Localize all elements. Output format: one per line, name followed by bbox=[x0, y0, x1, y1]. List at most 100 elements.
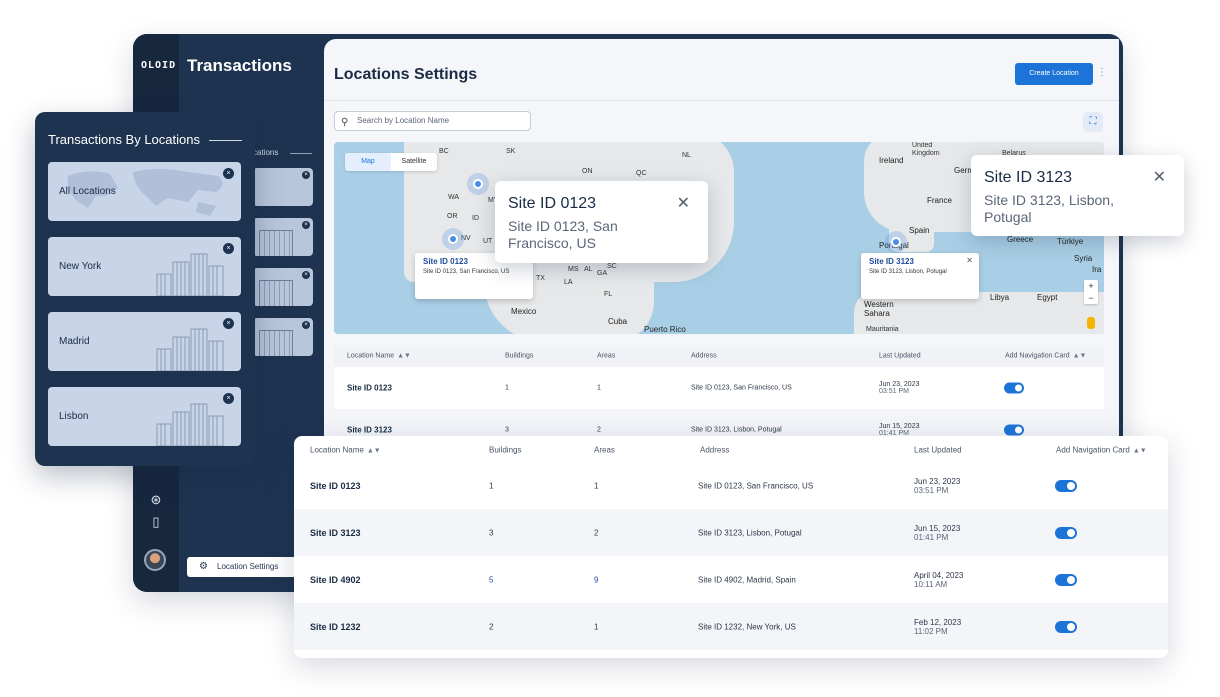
location-card-name: Lisbon bbox=[59, 411, 89, 422]
location-card-lisbon[interactable]: Lisbon × bbox=[48, 387, 241, 446]
sidebar-location-thumb[interactable]: × bbox=[253, 268, 313, 306]
close-icon[interactable]: × bbox=[302, 321, 310, 329]
map-label: Cuba bbox=[608, 317, 628, 326]
oloid-logo: OLOID bbox=[141, 60, 177, 71]
close-icon[interactable]: × bbox=[223, 168, 234, 179]
sort-icon: ▲▼ bbox=[1132, 447, 1147, 454]
map-view-icon[interactable]: ⛶ bbox=[1083, 112, 1103, 132]
map-popup-title: Site ID 3123 bbox=[869, 257, 914, 266]
panel-divider bbox=[209, 140, 242, 141]
tab-map[interactable]: Map bbox=[345, 153, 391, 171]
map-label: MS bbox=[568, 266, 579, 273]
map-label: UT bbox=[483, 238, 493, 245]
sidebar-location-thumb[interactable]: × bbox=[253, 318, 313, 356]
street-view-icon[interactable] bbox=[1087, 317, 1095, 329]
map-label: ON bbox=[582, 168, 593, 175]
close-icon[interactable]: ✕ bbox=[677, 193, 690, 213]
nav-card-toggle[interactable] bbox=[1055, 573, 1077, 586]
row-date: Jun 23, 2023 03:51 PM bbox=[914, 476, 961, 495]
map-label: Spain bbox=[909, 226, 930, 235]
header-buildings: Buildings bbox=[505, 352, 534, 360]
close-icon[interactable]: × bbox=[223, 393, 234, 404]
zoom-out-button[interactable]: − bbox=[1084, 292, 1098, 304]
sort-icon: ▲▼ bbox=[1072, 352, 1087, 360]
more-options-icon[interactable]: ⋮ bbox=[1097, 67, 1107, 78]
row-areas: 1 bbox=[594, 622, 599, 631]
table-row[interactable]: Site ID 0123 1 1 Site ID 0123, San Franc… bbox=[294, 462, 1168, 509]
sidebar-subtitle: cations bbox=[253, 148, 279, 157]
nav-card-toggle[interactable] bbox=[1055, 526, 1077, 539]
table-row[interactable]: Site ID 4902 5 9 Site ID 4902, Madrid, S… bbox=[294, 556, 1168, 603]
map-label: GA bbox=[597, 270, 608, 277]
close-icon[interactable]: × bbox=[223, 243, 234, 254]
header-location-name[interactable]: Location Name ▲▼ bbox=[347, 353, 411, 360]
nav-card-toggle[interactable] bbox=[1004, 382, 1024, 394]
row-name: Site ID 4902 bbox=[310, 574, 361, 585]
row-date: April 04, 2023 10:11 AM bbox=[914, 570, 964, 589]
document-icon[interactable]: ▯ bbox=[148, 514, 164, 530]
close-icon[interactable]: ✕ bbox=[1153, 167, 1166, 187]
table-row[interactable]: Site ID 0123 1 1 Site ID 0123, San Franc… bbox=[334, 367, 1104, 409]
table-row[interactable]: Site ID 3123 3 2 Site ID 3123, Lisbon, P… bbox=[294, 509, 1168, 556]
tab-satellite[interactable]: Satellite bbox=[391, 153, 437, 171]
sidebar-location-thumb[interactable]: × bbox=[253, 218, 313, 256]
nav-card-toggle[interactable] bbox=[1055, 479, 1077, 492]
map-type-tabs: Map Satellite bbox=[345, 153, 437, 171]
sidebar-title: Transactions bbox=[187, 56, 292, 75]
header-nav-card[interactable]: Add Navigation Card ▲▼ bbox=[1005, 353, 1086, 360]
popup-desc: Site ID 3123, Lisbon, Potugal bbox=[984, 192, 1114, 225]
close-icon[interactable]: × bbox=[302, 271, 310, 279]
close-icon[interactable]: ✕ bbox=[966, 256, 973, 265]
row-areas: 9 bbox=[594, 575, 599, 584]
zoom-controls: + − bbox=[1084, 280, 1098, 304]
row-name: Site ID 3123 bbox=[347, 425, 392, 435]
header-last-updated: Last Updated bbox=[914, 445, 962, 454]
location-card-madrid[interactable]: Madrid × bbox=[48, 312, 241, 371]
panel-title: Transactions By Locations bbox=[48, 132, 200, 147]
building-icon bbox=[259, 230, 293, 256]
table-header: Location Name ▲▼ Buildings Areas Address … bbox=[334, 345, 1104, 367]
search-icon: ⚲ bbox=[341, 117, 349, 128]
zoom-in-button[interactable]: + bbox=[1084, 280, 1098, 292]
header-location-name[interactable]: Location Name ▲▼ bbox=[310, 445, 381, 454]
map-label: ID bbox=[472, 215, 479, 222]
map-popup: Site ID 3123 Site ID 3123, Lisbon, Potug… bbox=[861, 253, 979, 299]
location-card-new-york[interactable]: New York × bbox=[48, 237, 241, 296]
building-icon bbox=[259, 330, 293, 356]
map-label: Egypt bbox=[1037, 293, 1058, 302]
header-address: Address bbox=[700, 445, 730, 454]
row-name: Site ID 1232 bbox=[310, 621, 361, 632]
table-row[interactable]: Site ID 1232 2 1 Site ID 1232, New York,… bbox=[294, 603, 1168, 650]
sidebar-location-thumb[interactable]: × bbox=[253, 168, 313, 206]
map-label: SC bbox=[607, 263, 617, 270]
location-pin[interactable] bbox=[473, 179, 483, 189]
search-placeholder: Search by Location Name bbox=[357, 116, 450, 125]
map-label: Türkiye bbox=[1057, 237, 1084, 246]
map-label: NL bbox=[682, 152, 691, 159]
nav-card-toggle[interactable] bbox=[1055, 620, 1077, 633]
avatar[interactable] bbox=[144, 549, 166, 571]
close-icon[interactable]: × bbox=[302, 171, 310, 179]
row-buildings: 3 bbox=[505, 426, 509, 434]
map-label: Puerto Rico bbox=[644, 325, 686, 334]
row-buildings: 1 bbox=[505, 384, 509, 392]
close-icon[interactable]: × bbox=[223, 318, 234, 329]
nav-card-toggle[interactable] bbox=[1004, 424, 1024, 436]
header-nav-card[interactable]: Add Navigation Card ▲▼ bbox=[1056, 445, 1147, 454]
close-icon[interactable]: × bbox=[302, 221, 310, 229]
location-settings-button[interactable]: ⚙ Location Settings bbox=[187, 557, 297, 577]
map-label: Greece bbox=[1007, 235, 1034, 244]
sort-icon: ▲▼ bbox=[397, 352, 411, 360]
search-input[interactable]: ⚲ Search by Location Name bbox=[334, 111, 531, 131]
map-label: QC bbox=[636, 170, 647, 177]
map-label: WA bbox=[448, 194, 460, 201]
location-pin[interactable] bbox=[891, 237, 901, 247]
help-icon[interactable]: ⊛ bbox=[148, 492, 164, 508]
map-label: Mauritania bbox=[866, 326, 899, 333]
create-location-button[interactable]: Create Location bbox=[1015, 63, 1093, 85]
location-pin[interactable] bbox=[448, 234, 458, 244]
row-address: Site ID 3123, Lisbon, Potugal bbox=[698, 528, 802, 537]
location-card-all[interactable]: All Locations × bbox=[48, 162, 241, 221]
page-title: Locations Settings bbox=[334, 66, 478, 83]
building-icon bbox=[156, 328, 224, 371]
